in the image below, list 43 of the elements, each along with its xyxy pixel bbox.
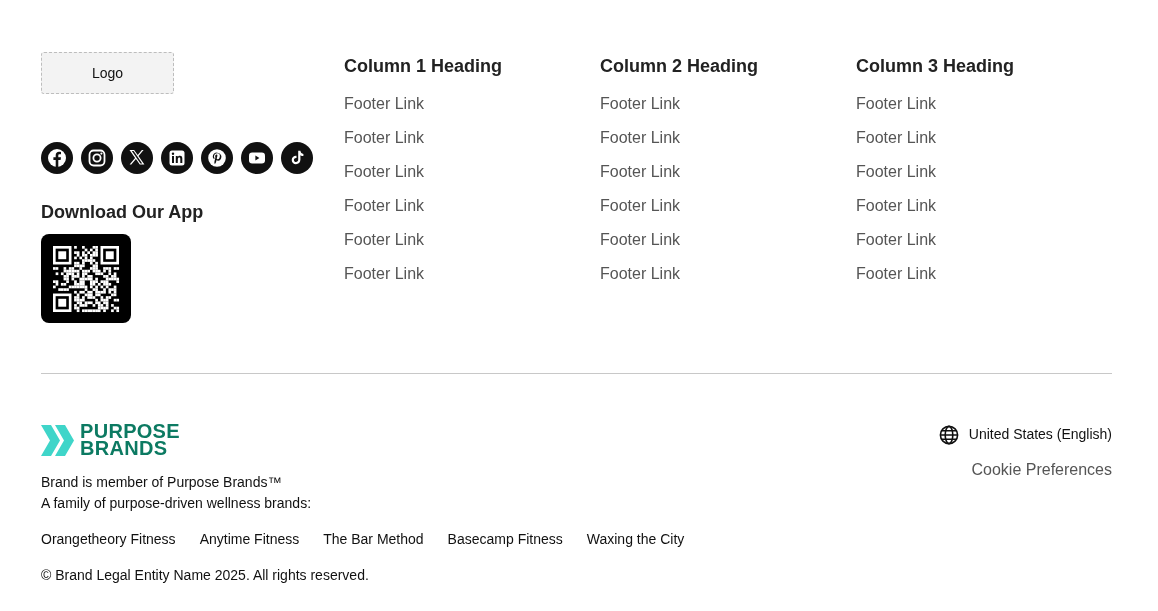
- tiktok-icon[interactable]: [281, 142, 313, 174]
- linkedin-icon[interactable]: [161, 142, 193, 174]
- footer-link[interactable]: Footer Link: [600, 194, 681, 218]
- brand-link[interactable]: Orangetheory Fitness: [41, 529, 176, 550]
- brand-link[interactable]: Anytime Fitness: [199, 529, 300, 550]
- footer-link[interactable]: Footer Link: [856, 228, 937, 252]
- footer-link[interactable]: Footer Link: [344, 194, 425, 218]
- column-heading: Column 1 Heading: [344, 55, 502, 78]
- footer-link[interactable]: Footer Link: [600, 228, 681, 252]
- footer-link[interactable]: Footer Link: [856, 126, 937, 150]
- footer-link[interactable]: Footer Link: [600, 126, 681, 150]
- brand-link[interactable]: The Bar Method: [323, 529, 424, 550]
- facebook-icon[interactable]: [41, 142, 73, 174]
- brand-link[interactable]: Basecamp Fitness: [447, 529, 563, 550]
- copyright-text: © Brand Legal Entity Name 2025. All rights reserved.: [41, 566, 369, 585]
- footer-link[interactable]: Footer Link: [344, 262, 425, 286]
- column-heading: Column 3 Heading: [856, 55, 1014, 78]
- instagram-icon[interactable]: [81, 142, 113, 174]
- globe-icon: [938, 424, 959, 445]
- footer-link[interactable]: Footer Link: [600, 262, 681, 286]
- footer-link[interactable]: Footer Link: [856, 160, 937, 184]
- footer-link[interactable]: Footer Link: [856, 262, 937, 286]
- footer-link[interactable]: Footer Link: [600, 160, 681, 184]
- brand-link[interactable]: Waxing the City: [586, 529, 685, 550]
- qr-code-icon: [41, 234, 131, 323]
- youtube-icon[interactable]: [241, 142, 273, 174]
- pinterest-icon[interactable]: [201, 142, 233, 174]
- x-icon[interactable]: [121, 142, 153, 174]
- logo-link[interactable]: Logo: [41, 52, 174, 94]
- footer-link[interactable]: Footer Link: [344, 228, 425, 252]
- membership-text: A family of purpose-driven wellness brands:: [41, 494, 312, 513]
- footer-link[interactable]: Footer Link: [856, 92, 937, 116]
- footer-link[interactable]: Footer Link: [344, 92, 425, 116]
- column-heading: Column 2 Heading: [600, 55, 758, 78]
- app-heading: Download Our App: [41, 201, 204, 224]
- footer-link[interactable]: Footer Link: [600, 92, 681, 116]
- purpose-brands-logo: PURPOSE BRANDS: [41, 423, 180, 457]
- locale-selector[interactable]: United States (English): [968, 424, 1112, 445]
- footer-link[interactable]: Footer Link: [344, 160, 425, 184]
- membership-text: Brand is member of Purpose Brands™: [41, 473, 283, 492]
- footer-link[interactable]: Footer Link: [856, 194, 937, 218]
- footer-link[interactable]: Footer Link: [344, 126, 425, 150]
- cookie-preferences-link[interactable]: Cookie Preferences: [971, 459, 1112, 481]
